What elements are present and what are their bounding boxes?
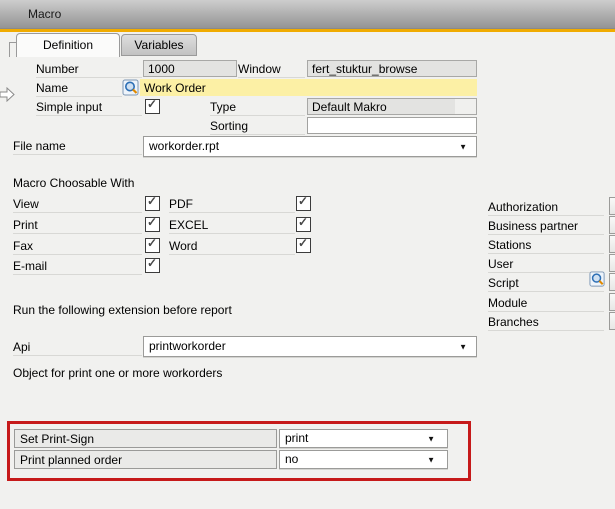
api-value: printworkorder: [149, 339, 226, 353]
fax-label: Fax: [13, 239, 142, 255]
planned-order-value: no: [285, 452, 298, 466]
cursor-arrow-icon: [0, 87, 15, 102]
branches-cutoff-field[interactable]: [609, 312, 615, 330]
checkmark-icon: ✓: [147, 194, 157, 208]
print-planned-order-label: Print planned order: [14, 450, 277, 469]
file-name-value: workorder.rpt: [149, 139, 219, 153]
print-label: Print: [13, 218, 142, 234]
sorting-input[interactable]: [307, 117, 477, 134]
user-label: User: [488, 257, 604, 273]
print-sign-dropdown[interactable]: print ▼: [279, 429, 448, 448]
stations-label: Stations: [488, 238, 604, 254]
tab-definition[interactable]: Definition: [16, 33, 120, 57]
simple-input-label: Simple input: [36, 100, 142, 116]
name-label: Name: [36, 81, 122, 97]
view-checkbox[interactable]: ✓: [145, 196, 160, 211]
stations-cutoff-field[interactable]: [609, 235, 615, 253]
window-label: Window: [238, 62, 305, 78]
lookup-icon[interactable]: [122, 79, 140, 97]
accent-bar: [0, 29, 615, 32]
file-name-dropdown[interactable]: workorder.rpt ▼: [143, 136, 477, 157]
api-dropdown[interactable]: printworkorder ▼: [143, 336, 477, 357]
dropdown-arrow-icon[interactable]: ▼: [427, 434, 435, 443]
window-title: Macro: [28, 7, 61, 21]
dropdown-arrow-icon[interactable]: ▼: [459, 342, 467, 351]
print-sign-value: print: [285, 431, 308, 445]
checkmark-icon: ✓: [147, 236, 157, 250]
email-label: E-mail: [13, 259, 142, 275]
set-print-sign-label: Set Print-Sign: [14, 429, 277, 448]
business-partner-label: Business partner: [488, 219, 604, 235]
script-cutoff-field[interactable]: [609, 273, 615, 291]
checkmark-icon: ✓: [147, 215, 157, 229]
choosable-section-title: Macro Choosable With: [13, 176, 134, 190]
number-field: 1000: [143, 60, 237, 77]
dropdown-arrow-icon[interactable]: ▼: [459, 142, 467, 151]
tab-variables[interactable]: Variables: [121, 34, 197, 56]
word-label: Word: [169, 239, 295, 255]
module-cutoff-field[interactable]: [609, 293, 615, 311]
extension-description: Object for print one or more workorders: [13, 366, 222, 380]
extension-section-title: Run the following extension before repor…: [13, 303, 232, 317]
excel-checkbox[interactable]: ✓: [296, 217, 311, 232]
checkmark-icon: ✓: [147, 256, 157, 270]
number-label: Number: [36, 62, 142, 78]
window-field: fert_stuktur_browse: [307, 60, 477, 77]
script-label: Script: [488, 276, 604, 292]
type-value: Default Makro: [312, 100, 387, 114]
checkmark-icon: ✓: [298, 236, 308, 250]
fax-checkbox[interactable]: ✓: [145, 238, 160, 253]
view-label: View: [13, 197, 142, 213]
module-label: Module: [488, 296, 604, 312]
authorization-cutoff-field[interactable]: [609, 197, 615, 215]
pdf-checkbox[interactable]: ✓: [296, 196, 311, 211]
pdf-label: PDF: [169, 197, 295, 213]
name-input[interactable]: Work Order: [140, 79, 477, 96]
checkmark-icon: ✓: [147, 97, 157, 111]
print-checkbox[interactable]: ✓: [145, 217, 160, 232]
word-checkbox[interactable]: ✓: [296, 238, 311, 253]
authorization-label: Authorization: [488, 200, 604, 216]
excel-label: EXCEL: [169, 218, 295, 234]
sorting-label: Sorting: [210, 119, 305, 135]
type-field: Default Makro: [307, 98, 477, 115]
branches-label: Branches: [488, 315, 604, 331]
file-name-label: File name: [13, 139, 142, 155]
email-checkbox[interactable]: ✓: [145, 258, 160, 273]
type-field-button: [455, 99, 476, 114]
simple-input-checkbox[interactable]: ✓: [145, 99, 160, 114]
dropdown-arrow-icon[interactable]: ▼: [427, 455, 435, 464]
planned-order-dropdown[interactable]: no ▼: [279, 450, 448, 469]
business-partner-cutoff-field[interactable]: [609, 216, 615, 234]
script-lookup-icon[interactable]: [589, 271, 606, 288]
user-cutoff-field[interactable]: [609, 254, 615, 272]
api-label: Api: [13, 340, 142, 356]
type-label: Type: [210, 100, 305, 116]
checkmark-icon: ✓: [298, 215, 308, 229]
checkmark-icon: ✓: [298, 194, 308, 208]
window-titlebar: Macro: [0, 0, 615, 29]
